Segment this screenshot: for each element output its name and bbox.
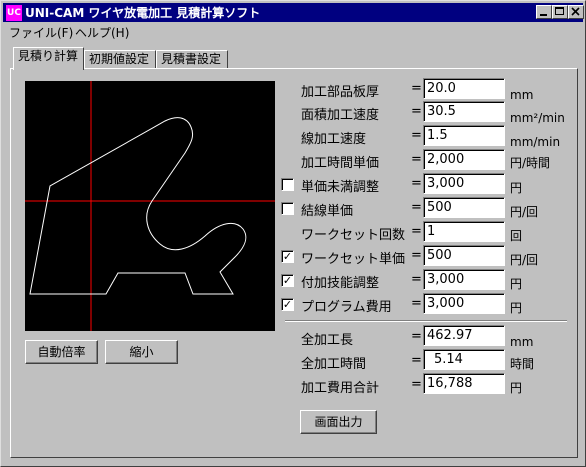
- param-label-program-cost: プログラム費用: [301, 300, 392, 315]
- minimize-icon: [540, 14, 547, 16]
- thickness-field[interactable]: 20.0: [423, 78, 505, 99]
- param-unit-area-speed: mm²/min: [510, 111, 565, 125]
- hourly-rate-field[interactable]: 2,000: [423, 149, 505, 170]
- param-label-workset-count: ワークセット回数: [301, 228, 406, 243]
- param-unit-program-cost: 円: [510, 301, 523, 315]
- minimize-button[interactable]: [536, 5, 552, 19]
- equals-sign: =: [411, 176, 422, 191]
- param-unit-workset-price: 円/回: [510, 253, 539, 267]
- param-label-hourly-rate: 加工時間単価: [301, 156, 380, 171]
- total-unit-cost: 円: [510, 381, 523, 395]
- equals-sign: =: [411, 81, 422, 96]
- param-unit-wire-connect: 円/回: [510, 205, 539, 219]
- menu-file[interactable]: ファイル(F): [9, 24, 73, 41]
- skill-adjust-checkbox[interactable]: ✓: [281, 274, 294, 287]
- app-icon: UC: [6, 5, 22, 21]
- close-icon: [571, 7, 580, 16]
- equals-sign: =: [411, 224, 422, 239]
- equals-sign: =: [411, 128, 422, 143]
- min-price-adjust-checkbox[interactable]: [281, 178, 294, 191]
- equals-sign: =: [411, 296, 422, 311]
- auto-zoom-button[interactable]: 自動倍率: [25, 340, 98, 364]
- total-label-time: 全加工時間: [301, 357, 367, 372]
- workset-price-field[interactable]: 500: [423, 245, 505, 266]
- param-unit-hourly-rate: 円/時間: [510, 156, 551, 170]
- skill-adjust-field[interactable]: 3,000: [423, 269, 505, 290]
- equals-sign: =: [411, 377, 422, 392]
- shape-preview-canvas[interactable]: [25, 81, 275, 331]
- program-cost-field[interactable]: 3,000: [423, 293, 505, 314]
- window-title: UNI-CAM ワイヤ放電加工 見積計算ソフト: [25, 6, 261, 20]
- total-time-field[interactable]: 5.14: [423, 349, 505, 370]
- param-label-thickness: 加工部品板厚: [301, 85, 380, 100]
- total-unit-time: 時間: [510, 357, 535, 371]
- param-unit-line-speed: mm/min: [510, 135, 561, 149]
- workset-count-field[interactable]: 1: [423, 221, 505, 242]
- total-label-length: 全加工長: [301, 333, 354, 348]
- maximize-icon: [555, 7, 564, 15]
- param-unit-workset-count: 回: [510, 229, 523, 243]
- total-cost-field[interactable]: 16,788: [423, 373, 505, 394]
- param-label-workset-price: ワークセット単価: [301, 252, 406, 267]
- param-unit-thickness: mm: [510, 88, 534, 102]
- param-label-skill-adjust: 付加技能調整: [301, 276, 380, 291]
- program-cost-checkbox[interactable]: ✓: [281, 298, 294, 311]
- line-speed-field[interactable]: 1.5: [423, 125, 505, 146]
- tab-initial-settings[interactable]: 初期値設定: [84, 50, 156, 69]
- menu-help[interactable]: ヘルプ(H): [75, 24, 129, 41]
- min-price-adjust-field[interactable]: 3,000: [423, 173, 505, 194]
- total-unit-length: mm: [510, 335, 534, 349]
- param-label-line-speed: 線加工速度: [301, 132, 367, 147]
- equals-sign: =: [411, 104, 422, 119]
- close-button[interactable]: [568, 5, 584, 19]
- equals-sign: =: [411, 200, 422, 215]
- equals-sign: =: [411, 152, 422, 167]
- param-unit-min-price-adjust: 円: [510, 181, 523, 195]
- param-label-min-price-adjust: 単価未満調整: [301, 180, 380, 195]
- workset-price-checkbox[interactable]: ✓: [281, 250, 294, 263]
- shrink-button[interactable]: 縮小: [105, 340, 178, 364]
- main-window: UC UNI-CAM ワイヤ放電加工 見積計算ソフト ファイル(F) ヘルプ(H…: [0, 0, 586, 467]
- equals-sign: =: [411, 272, 422, 287]
- equals-sign: =: [411, 329, 422, 344]
- title-bar: UC UNI-CAM ワイヤ放電加工 見積計算ソフト: [3, 3, 584, 22]
- equals-sign: =: [411, 353, 422, 368]
- wire-connect-checkbox[interactable]: [281, 202, 294, 215]
- part-outline: [29, 117, 247, 295]
- screen-output-button[interactable]: 画面出力: [300, 410, 377, 434]
- tab-quote-settings[interactable]: 見積書設定: [156, 50, 228, 69]
- separator: [285, 320, 567, 322]
- total-label-cost: 加工費用合計: [301, 381, 380, 396]
- tab-estimate[interactable]: 見積り計算: [13, 47, 84, 70]
- total-length-field[interactable]: 462.97: [423, 325, 505, 346]
- maximize-button[interactable]: [552, 5, 568, 19]
- param-unit-skill-adjust: 円: [510, 277, 523, 291]
- equals-sign: =: [411, 248, 422, 263]
- wire-connect-field[interactable]: 500: [423, 197, 505, 218]
- area-speed-field[interactable]: 30.5: [423, 101, 505, 122]
- param-label-wire-connect: 結線単価: [301, 204, 354, 219]
- param-label-area-speed: 面積加工速度: [301, 108, 380, 123]
